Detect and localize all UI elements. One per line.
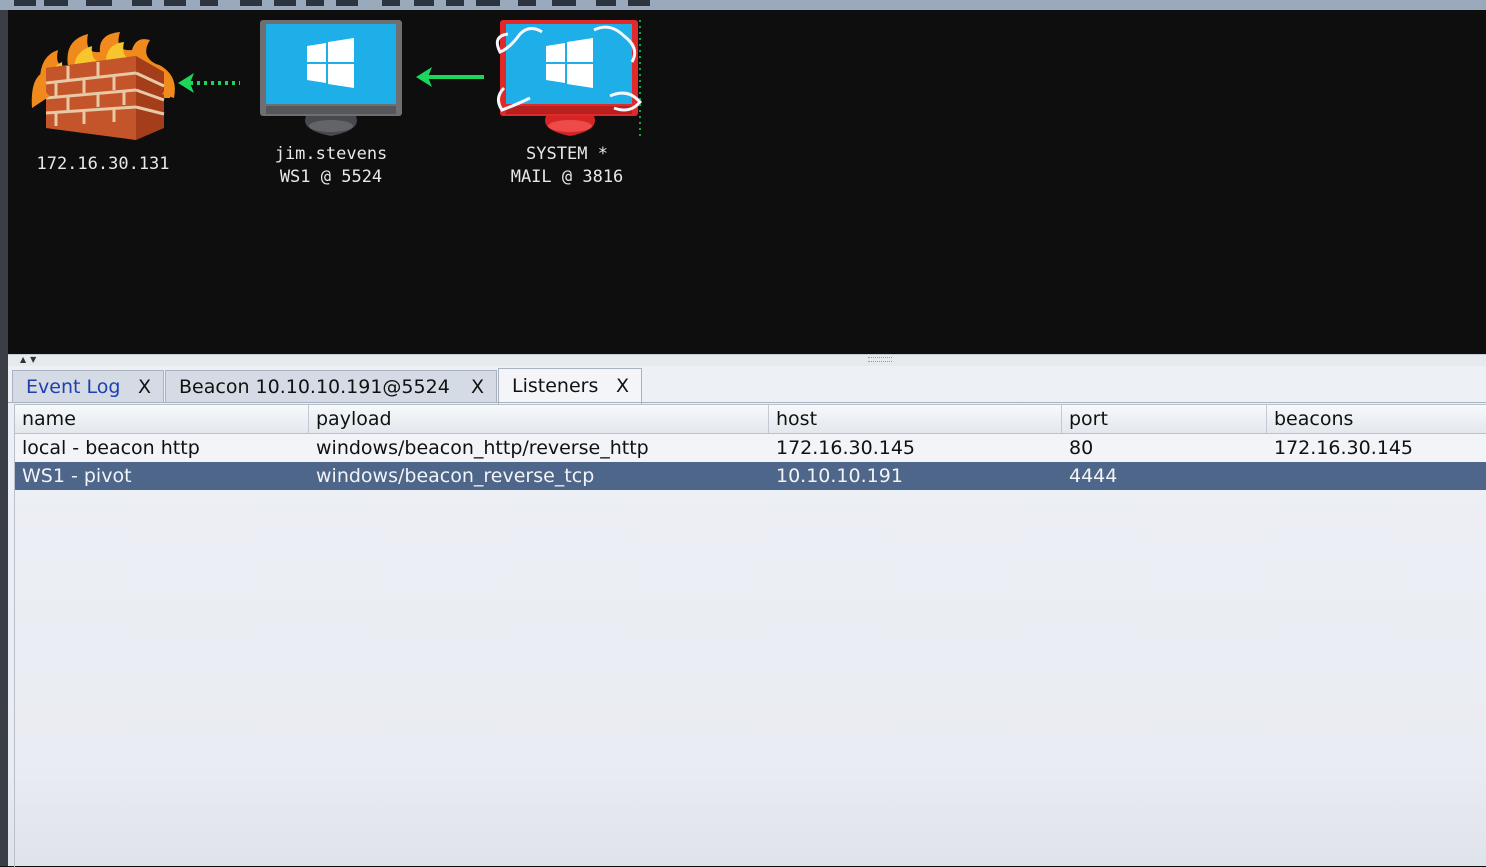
firewall-icon (31, 32, 175, 140)
cell-port: 4444 (1069, 465, 1118, 487)
node-label: WS1 @ 5524 (279, 167, 383, 187)
column-header-beacons[interactable]: beacons (1267, 405, 1486, 433)
table-row-selected[interactable]: WS1 - pivot windows/beacon_reverse_tcp 1… (15, 462, 1486, 490)
node-ws1[interactable]: jim.stevens WS1 @ 5524 (246, 18, 416, 189)
tab-label: Listeners (512, 375, 599, 397)
tab-beacon[interactable]: Beacon 10.10.10.191@5524 X (165, 370, 497, 402)
toolbar-icon[interactable] (240, 0, 262, 6)
collapse-arrows-icon[interactable]: ▲▼ (20, 355, 40, 364)
toolbar-icon[interactable] (518, 0, 536, 6)
toolbar-icon[interactable] (476, 0, 500, 6)
toolbar-icon[interactable] (446, 0, 464, 6)
cell-name: WS1 - pivot (22, 465, 132, 487)
bottom-panel: Event Log X Beacon 10.10.10.191@5524 X L… (8, 366, 1486, 867)
toolbar-icon[interactable] (628, 0, 650, 6)
toolbar-icon[interactable] (132, 0, 152, 6)
windows-monitor-icon (260, 20, 402, 136)
toolbar-icon[interactable] (14, 0, 36, 6)
toolbar-icon[interactable] (552, 0, 576, 6)
node-label: MAIL @ 3816 (510, 167, 624, 187)
window-edge (0, 10, 8, 866)
node-label: SYSTEM * (526, 144, 608, 164)
table-header: name payload host port beacons (15, 405, 1486, 434)
column-header-name[interactable]: name (15, 405, 309, 433)
close-tab-button[interactable]: X (616, 369, 629, 403)
cell-name: local - beacon http (22, 437, 200, 459)
cell-host: 10.10.10.191 (776, 465, 903, 487)
cell-payload: windows/beacon_http/reverse_http (316, 437, 649, 459)
node-label: 172.16.30.131 (36, 154, 170, 174)
column-header-port[interactable]: port (1062, 405, 1267, 433)
cell-host: 172.16.30.145 (776, 437, 916, 459)
toolbar-icon[interactable] (44, 0, 68, 6)
tab-listeners[interactable]: Listeners X (498, 368, 642, 404)
pivot-graph[interactable]: 172.16.30.131 jim.stevens WS1 @ 5524 SYS… (8, 10, 1486, 354)
cell-beacons: 172.16.30.145 (1274, 437, 1414, 459)
table-row[interactable]: local - beacon http windows/beacon_http/… (15, 434, 1486, 462)
top-toolbar (0, 0, 1486, 10)
cell-payload: windows/beacon_reverse_tcp (316, 465, 595, 487)
toolbar-icon[interactable] (86, 0, 112, 6)
toolbar-icon[interactable] (164, 0, 186, 6)
listeners-table: name payload host port beacons local - b… (14, 404, 1486, 867)
toolbar-icon[interactable] (274, 0, 296, 6)
toolbar-icon[interactable] (382, 0, 400, 6)
node-firewall[interactable]: 172.16.30.131 (18, 28, 188, 176)
pivot-arrow-icon (178, 73, 240, 93)
tab-underline (8, 402, 1486, 403)
close-tab-button[interactable]: X (138, 371, 151, 403)
pivot-arrow-icon (416, 67, 484, 87)
column-header-payload[interactable]: payload (309, 405, 769, 433)
node-label: jim.stevens (274, 144, 388, 164)
column-header-host[interactable]: host (769, 405, 1062, 433)
close-tab-button[interactable]: X (471, 371, 484, 403)
tab-event-log[interactable]: Event Log X (12, 370, 164, 402)
toolbar-icon[interactable] (414, 0, 434, 6)
tab-label: Beacon 10.10.10.191@5524 (179, 376, 450, 398)
cell-port: 80 (1069, 437, 1094, 459)
cell-beacons (1267, 462, 1486, 490)
windows-monitor-compromised-icon (495, 20, 642, 136)
toolbar-icon[interactable] (596, 0, 616, 6)
drag-grip-icon[interactable] (868, 357, 892, 362)
toolbar-icon[interactable] (200, 0, 218, 6)
toolbar-icon[interactable] (306, 0, 324, 6)
node-mail[interactable]: SYSTEM * MAIL @ 3816 (482, 18, 652, 189)
toolbar-icon[interactable] (336, 0, 358, 6)
tab-label: Event Log (26, 376, 121, 398)
